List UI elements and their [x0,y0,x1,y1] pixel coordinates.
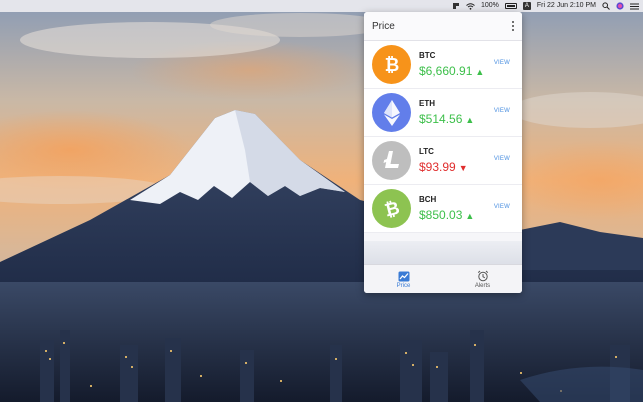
siri-icon[interactable] [616,0,624,12]
svg-text:₿: ₿ [384,55,399,76]
coin-list: ₿ BTC $6,660.91 ▲ VIEW ETH $514.56 ▲ VIEW [364,41,522,233]
menubar-clock[interactable]: Fri 22 Jun 2:10 PM [537,0,596,12]
bitcoin-icon: ₿ [372,45,411,84]
ethereum-icon [372,93,411,132]
coin-price: $93.99 ▼ [419,160,468,174]
crypto-price-popover: Price ₿ BTC $6,660.91 ▲ VIEW ETH $514.56… [364,12,522,293]
arrow-up-icon: ▲ [475,67,485,77]
coin-symbol: BCH [419,195,437,204]
tab-alerts[interactable]: Alerts [443,265,522,293]
arrow-up-icon: ▲ [465,211,475,221]
more-options-icon[interactable] [511,21,515,31]
view-button[interactable]: VIEW [494,156,510,162]
coin-symbol: ETH [419,99,435,108]
coin-row-eth[interactable]: ETH $514.56 ▲ VIEW [364,89,522,137]
bitcoin-cash-icon: ₿ [372,189,411,228]
menu-bar: 100% A Fri 22 Jun 2:10 PM [0,0,643,12]
battery-percentage: 100% [480,2,499,9]
desktop-wallpaper [0,0,643,402]
tab-bar: Price Alerts [364,264,522,293]
arrow-down-icon: ▼ [458,163,468,173]
coin-price: $6,660.91 ▲ [419,64,485,78]
coin-symbol: BTC [419,51,436,60]
battery-icon[interactable] [504,0,517,12]
tab-label: Price [396,283,411,289]
coin-row-ltc[interactable]: LTC $93.99 ▼ VIEW [364,137,522,185]
coin-symbol: LTC [419,147,434,156]
svg-text:₿: ₿ [382,198,401,220]
coin-price: $850.03 ▲ [419,208,475,222]
crypto-app-menubar-icon[interactable] [452,0,460,12]
coin-row-bch[interactable]: ₿ BCH $850.03 ▲ VIEW [364,185,522,233]
notification-center-icon[interactable] [630,0,639,12]
popover-title: Price [372,21,395,32]
input-source-icon[interactable]: A [522,0,531,12]
arrow-up-icon: ▲ [465,115,475,125]
view-button[interactable]: VIEW [494,108,510,114]
wifi-icon[interactable] [466,0,475,12]
tab-price[interactable]: Price [364,265,443,293]
coin-row-btc[interactable]: ₿ BTC $6,660.91 ▲ VIEW [364,41,522,89]
litecoin-icon [372,141,411,180]
list-empty-area [364,241,522,265]
search-icon[interactable] [602,0,610,12]
coin-price: $514.56 ▲ [419,112,475,126]
popover-header: Price [364,12,522,41]
tab-label: Alerts [474,283,491,289]
view-button[interactable]: VIEW [494,60,510,66]
view-button[interactable]: VIEW [494,204,510,210]
